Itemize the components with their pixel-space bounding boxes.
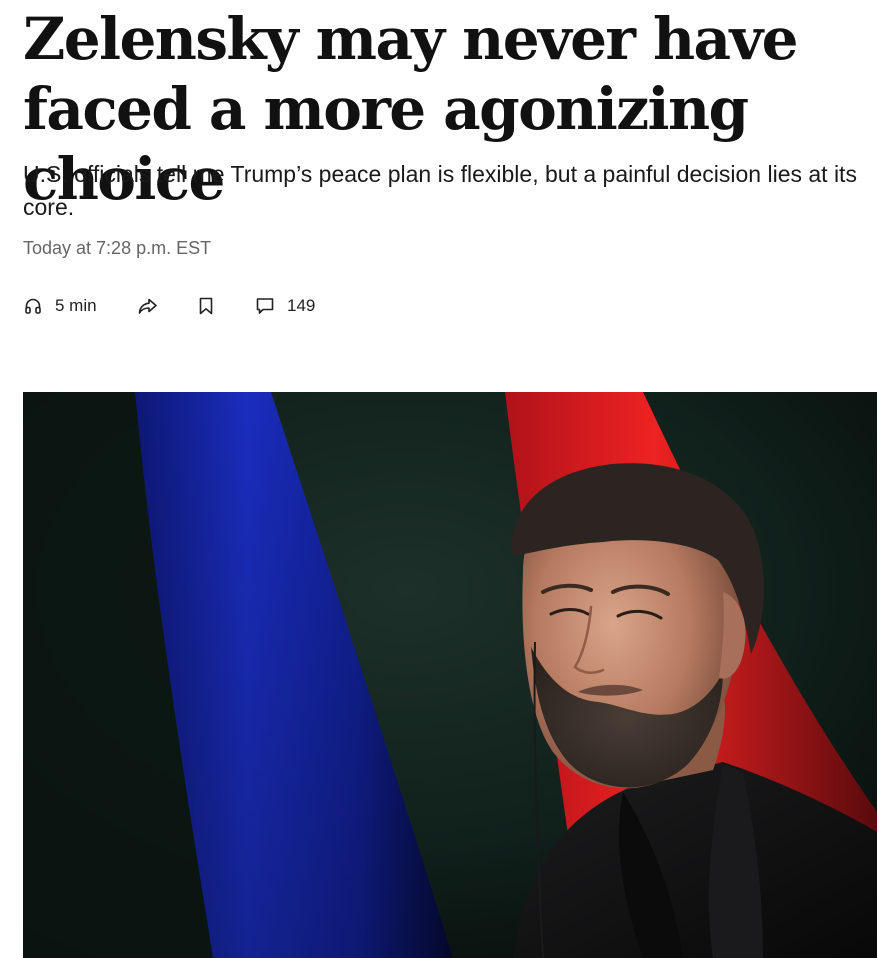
listen-duration: 5 min [55,296,97,315]
comments-button[interactable]: 149 [255,294,315,318]
comment-bubble-icon [255,296,275,316]
save-button[interactable] [197,294,255,318]
share-button[interactable] [137,294,197,318]
bookmark-icon [197,296,215,316]
comment-count: 149 [287,296,316,315]
subheadline: U.S. officials tell me Trump’s peace pla… [23,161,857,220]
publish-timestamp: Today at 7:28 p.m. EST [23,238,212,258]
share-arrow-icon [137,296,159,316]
article-toolbar: 5 min 149 [23,294,315,318]
listen-button[interactable]: 5 min [23,294,137,318]
article: Zelensky may never have faced a more ago… [0,0,896,958]
hero-image[interactable] [23,392,877,958]
headphones-icon [23,296,43,316]
zelensky-portrait [23,392,877,958]
